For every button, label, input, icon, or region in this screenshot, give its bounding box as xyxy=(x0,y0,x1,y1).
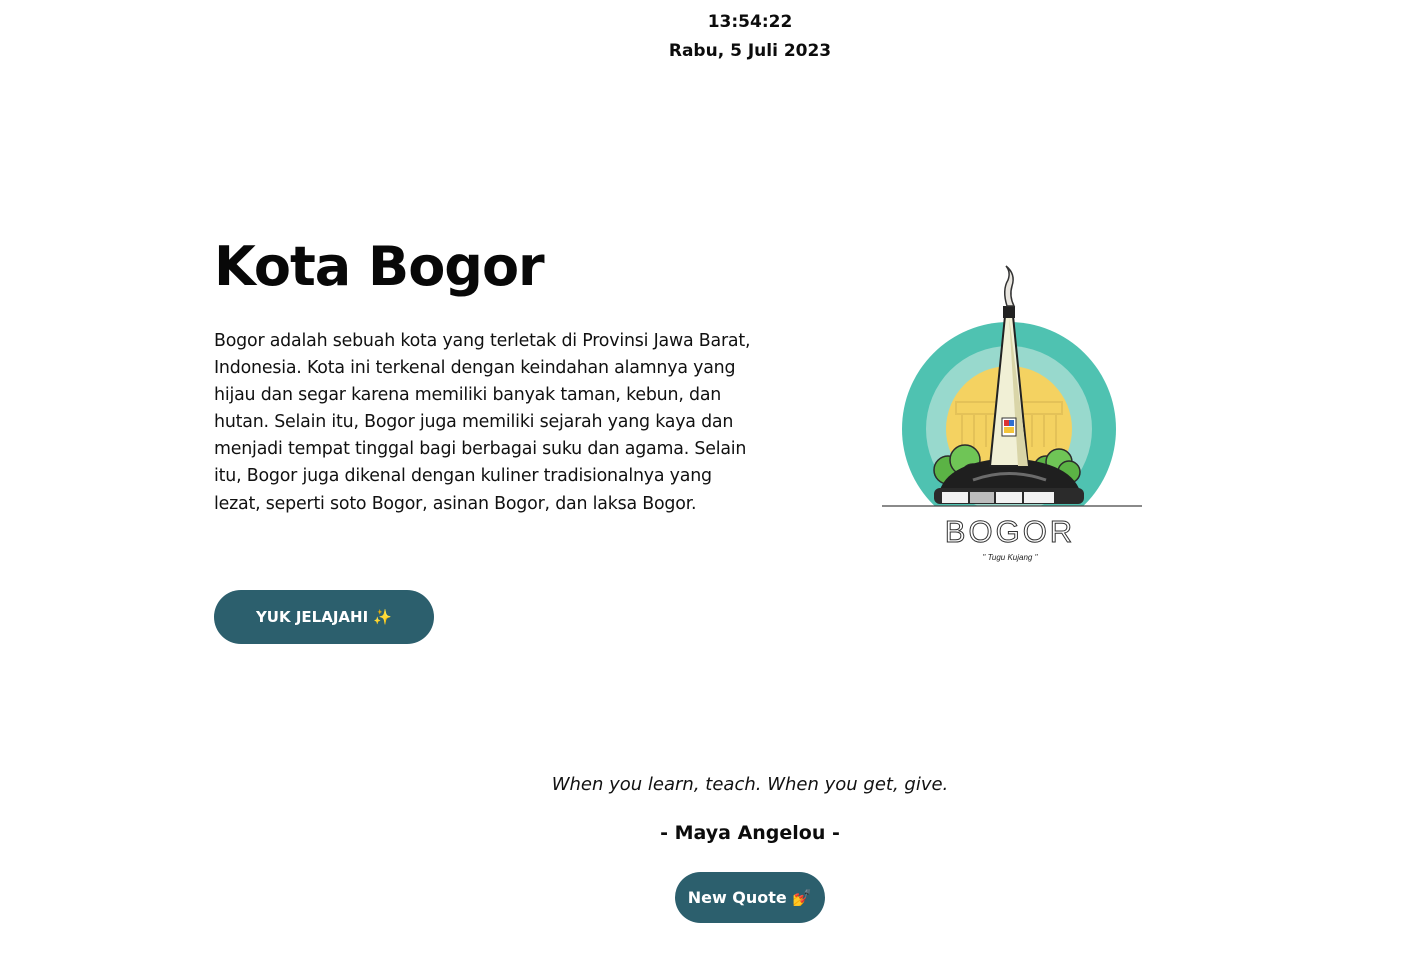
clock-date: Rabu, 5 Juli 2023 xyxy=(668,41,832,61)
illustration-caption: " Tugu Kujang " xyxy=(983,553,1039,562)
quote-text: When you learn, teach. When you get, giv… xyxy=(551,774,949,795)
hero-description: Bogor adalah sebuah kota yang terletak d… xyxy=(214,331,751,514)
page-title: Kota Bogor xyxy=(214,235,545,298)
kujang-icon xyxy=(1004,265,1016,307)
new-quote-button[interactable]: New Quote 💅 xyxy=(675,872,825,923)
logo-text: BOGOR xyxy=(945,514,1075,549)
quote-author: - Maya Angelou - xyxy=(660,822,840,844)
clock-time: 13:54:22 xyxy=(707,12,793,32)
explore-button[interactable]: YUK JELAJAHI ✨ xyxy=(214,590,434,644)
tugu-kujang-illustration: BOGOR " Tugu Kujang " xyxy=(878,265,1148,572)
clock-display: 13:54:22 Rabu, 5 Juli 2023 xyxy=(0,8,1407,66)
